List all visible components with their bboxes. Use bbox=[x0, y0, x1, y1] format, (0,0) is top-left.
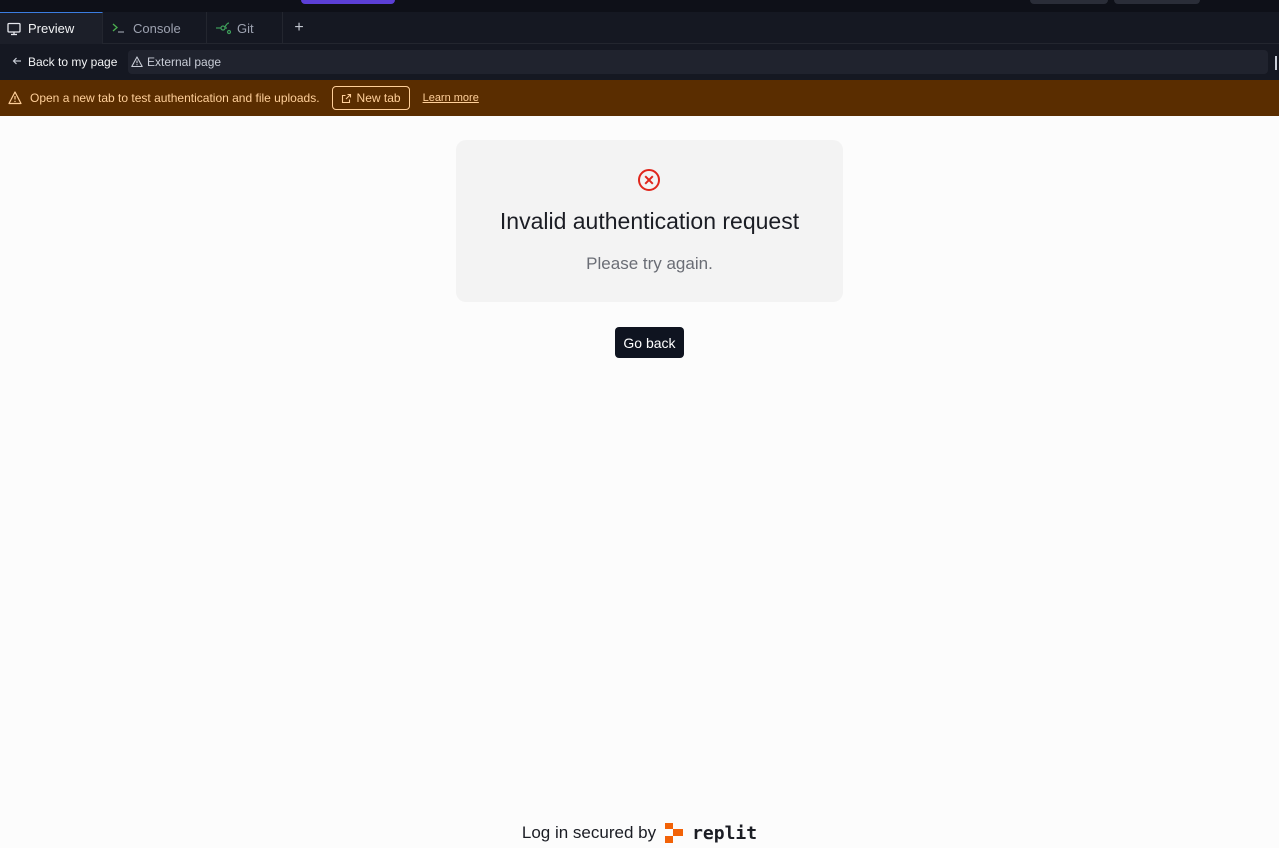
replit-logo-icon bbox=[665, 823, 684, 843]
toolbar-button-edge[interactable] bbox=[1114, 0, 1200, 4]
replit-logo[interactable]: replit bbox=[664, 822, 757, 844]
error-subtitle: Please try again. bbox=[586, 254, 713, 273]
tab-label: Preview bbox=[28, 21, 75, 36]
url-field[interactable]: External page bbox=[128, 50, 1268, 74]
run-button-edge[interactable] bbox=[301, 0, 395, 4]
devtools-icon[interactable] bbox=[1275, 56, 1279, 70]
error-card: Invalid authentication request Please tr… bbox=[456, 140, 843, 302]
learn-more-link[interactable]: Learn more bbox=[423, 92, 479, 104]
tab-label: Git bbox=[237, 20, 254, 36]
warning-banner: Open a new tab to test authentication an… bbox=[0, 80, 1279, 116]
add-tab-button[interactable]: + bbox=[290, 12, 308, 44]
monitor-icon bbox=[6, 21, 22, 37]
back-link-label: Back to my page bbox=[28, 55, 118, 69]
tab-label: Console bbox=[133, 20, 181, 36]
pane-tab-bar: Preview Console Git + bbox=[0, 12, 1279, 44]
git-branch-icon bbox=[215, 20, 231, 36]
url-label: External page bbox=[147, 55, 222, 69]
error-title: Invalid authentication request bbox=[499, 208, 800, 234]
tab-console[interactable]: Console bbox=[103, 12, 207, 44]
tab-git[interactable]: Git bbox=[207, 12, 283, 44]
footer-text: Log in secured by bbox=[521, 823, 657, 842]
warning-icon bbox=[131, 56, 143, 68]
banner-message: Open a new tab to test authentication an… bbox=[30, 91, 320, 105]
new-tab-button[interactable]: New tab bbox=[331, 86, 410, 110]
tab-preview[interactable]: Preview bbox=[0, 12, 103, 44]
toolbar-button-edge[interactable] bbox=[1030, 0, 1108, 4]
window-top-strip bbox=[0, 0, 1279, 12]
terminal-icon bbox=[111, 20, 127, 36]
replit-wordmark: replit bbox=[692, 822, 758, 844]
back-to-my-page-link[interactable]: Back to my page bbox=[12, 53, 117, 71]
footer: Log in secured by replit bbox=[0, 818, 1279, 848]
go-back-button[interactable]: Go back bbox=[615, 327, 684, 358]
address-bar: Back to my page External page bbox=[0, 44, 1279, 80]
new-tab-label: New tab bbox=[356, 91, 401, 105]
error-x-circle-icon bbox=[637, 168, 661, 192]
arrow-left-icon bbox=[12, 55, 22, 69]
warning-icon bbox=[8, 91, 22, 105]
external-link-icon bbox=[341, 93, 352, 104]
